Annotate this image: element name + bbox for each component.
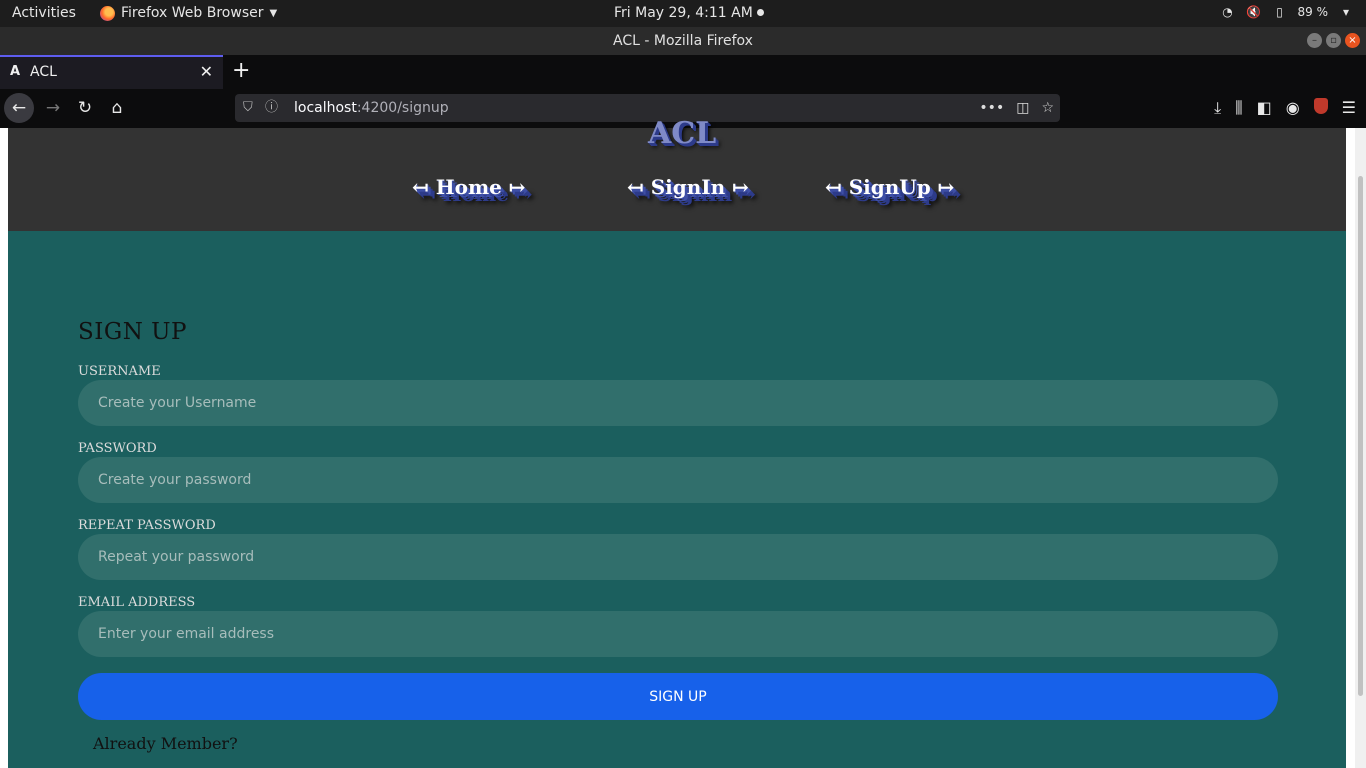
app-menu[interactable]: Firefox Web Browser ▼ — [100, 5, 277, 21]
pocket-icon[interactable]: ◫ — [1016, 94, 1029, 122]
tracking-shield-icon[interactable]: ⛉ — [243, 94, 253, 122]
email-input[interactable] — [78, 611, 1278, 657]
page-gutter-left — [0, 128, 8, 768]
system-top-bar: Activities Firefox Web Browser ▼ Fri May… — [0, 0, 1366, 27]
toolbar-right: ⤓ ⫼ ◧ ◉ ☰ — [1214, 98, 1356, 118]
repeat-password-label: REPEAT PASSWORD — [78, 518, 216, 533]
window-titlebar: ACL - Mozilla Firefox – ▫ × — [0, 27, 1366, 55]
caret-down-icon: ▾ — [1342, 5, 1350, 19]
system-tray[interactable]: ◔ 🔇 ▯ 89 % ▾ — [1220, 5, 1355, 19]
window-controls: – ▫ × — [1307, 33, 1360, 48]
sidebar-icon[interactable]: ◧ — [1257, 98, 1272, 118]
account-icon[interactable]: ◉ — [1286, 98, 1300, 118]
url-path: :4200/signup — [356, 100, 449, 116]
ublock-extension-icon[interactable] — [1313, 98, 1328, 114]
battery-percent: 89 % — [1297, 5, 1329, 19]
nav-link-signup[interactable]: ↤ SignUp ↦ — [825, 175, 954, 199]
site-info-icon[interactable]: ⓘ — [265, 94, 278, 122]
nav-link-home[interactable]: ↤ Home ↦ — [412, 175, 526, 199]
app-menu-label: Firefox Web Browser — [121, 5, 264, 21]
scrollbar-thumb[interactable] — [1358, 176, 1363, 696]
reload-icon[interactable]: ↻ — [70, 93, 100, 123]
username-input[interactable] — [78, 380, 1278, 426]
forward-icon[interactable]: → — [38, 93, 68, 123]
downloads-icon[interactable]: ⤓ — [1214, 98, 1221, 118]
new-tab-icon[interactable]: + — [232, 58, 250, 83]
page-actions-icon[interactable]: ••• — [979, 94, 1004, 122]
already-member-link[interactable]: Already Member? — [93, 734, 238, 753]
password-input[interactable] — [78, 457, 1278, 503]
clock[interactable]: Fri May 29, 4:11 AM — [614, 5, 764, 21]
username-label: USERNAME — [78, 364, 161, 379]
notification-dot-icon — [756, 9, 764, 16]
activities-button[interactable]: Activities — [12, 5, 76, 21]
window-title: ACL - Mozilla Firefox — [613, 33, 753, 49]
close-window-icon[interactable]: × — [1345, 33, 1360, 48]
page-scrollbar[interactable] — [1355, 128, 1366, 768]
tab-strip: A ACL ✕ + — [0, 55, 1366, 89]
site-logo: ACL — [648, 116, 717, 151]
url-text[interactable]: localhost:4200/signup — [294, 94, 449, 122]
close-tab-icon[interactable]: ✕ — [200, 62, 213, 81]
form-title: SIGN UP — [78, 319, 188, 345]
minimize-icon[interactable]: – — [1307, 33, 1322, 48]
url-host: localhost — [294, 100, 357, 116]
page-gutter-right — [1346, 128, 1355, 768]
password-label: PASSWORD — [78, 441, 157, 456]
firefox-icon — [100, 5, 115, 21]
signup-button[interactable]: SIGN UP — [78, 673, 1278, 720]
tab-label: ACL — [30, 64, 57, 80]
library-icon[interactable]: ⫼ — [1235, 98, 1242, 118]
site-header: ACL ↤ Home ↦ ↤ SignIn ↦ ↤ SignUp ↦ — [8, 116, 1346, 231]
volume-muted-icon: 🔇 — [1246, 5, 1261, 19]
tab-favicon-icon: A — [10, 64, 21, 79]
url-actions: ••• ◫ ☆ — [979, 94, 1054, 122]
bookmark-star-icon[interactable]: ☆ — [1041, 94, 1054, 122]
battery-icon: ▯ — [1276, 5, 1283, 19]
caret-down-icon: ▼ — [269, 7, 278, 19]
wifi-icon: ◔ — [1222, 5, 1233, 19]
repeat-password-input[interactable] — [78, 534, 1278, 580]
hamburger-menu-icon[interactable]: ☰ — [1342, 98, 1356, 118]
email-label: EMAIL ADDRESS — [78, 595, 196, 610]
clock-label: Fri May 29, 4:11 AM — [614, 5, 753, 21]
maximize-icon[interactable]: ▫ — [1326, 33, 1341, 48]
nav-link-signin[interactable]: ↤ SignIn ↦ — [627, 175, 749, 199]
home-icon[interactable]: ⌂ — [102, 93, 132, 123]
tab-acl[interactable]: A ACL ✕ — [0, 55, 223, 89]
back-icon[interactable]: ← — [4, 93, 34, 123]
